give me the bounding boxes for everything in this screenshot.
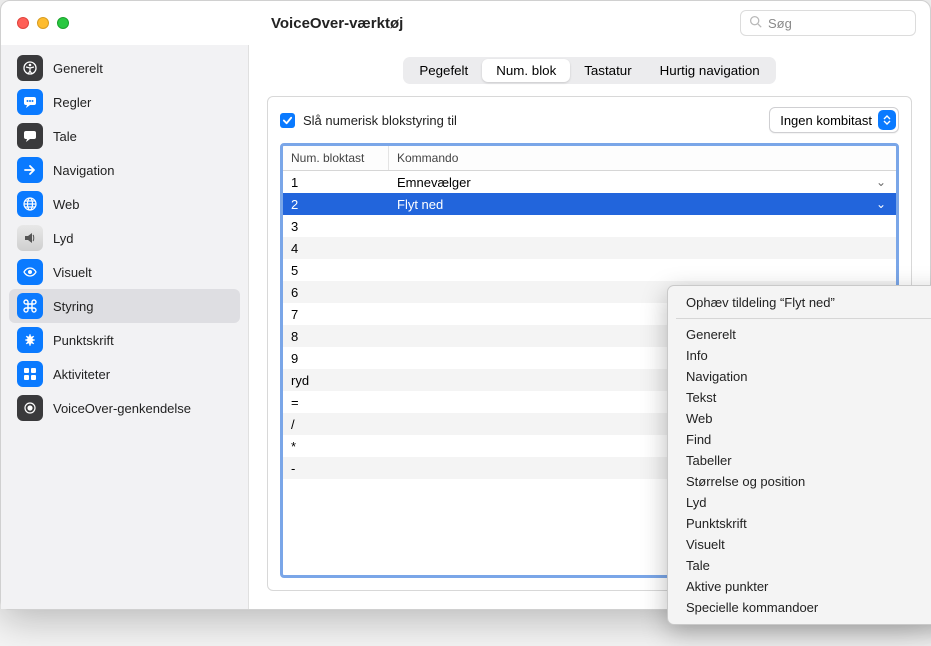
table-row[interactable]: 5	[283, 259, 896, 281]
combo-label: Ingen kombitast	[780, 113, 872, 128]
sidebar-item-genkendelse[interactable]: VoiceOver-genkendelse	[9, 391, 240, 425]
popup-group-punktskrift[interactable]: Punktskrift›	[668, 513, 931, 534]
sidebar-item-label: Generelt	[53, 61, 103, 76]
table-row[interactable]: 1 Emnevælger⌄	[283, 171, 896, 193]
sidebar-item-label: Web	[53, 197, 80, 212]
popup-group-visuelt[interactable]: Visuelt›	[668, 534, 931, 555]
popup-group-tale[interactable]: Tale›	[668, 555, 931, 576]
updown-caret-icon	[878, 110, 896, 130]
sidebar-item-web[interactable]: Web	[9, 187, 240, 221]
popup-group-lyd[interactable]: Lyd›	[668, 492, 931, 513]
content-pane: Pegefelt Num. blok Tastatur Hurtig navig…	[249, 45, 930, 609]
sidebar-item-label: Aktiviteter	[53, 367, 110, 382]
popup-group-specielle[interactable]: Specielle kommandoer›	[668, 597, 931, 618]
tab-numblok[interactable]: Num. blok	[482, 59, 570, 82]
sidebar-item-label: Lyd	[53, 231, 73, 246]
tab-bar: Pegefelt Num. blok Tastatur Hurtig navig…	[403, 57, 775, 84]
sidebar-item-visuelt[interactable]: Visuelt	[9, 255, 240, 289]
sidebar-item-label: VoiceOver-genkendelse	[53, 401, 191, 416]
checkbox-checked-icon	[280, 113, 295, 128]
popup-group-info[interactable]: Info›	[668, 345, 931, 366]
sidebar: Generelt Regler Tale Navigation Web Lyd	[1, 45, 249, 609]
voiceover-window: VoiceOver-værktøj Søg Generelt Regler Ta…	[0, 0, 931, 610]
popup-group-navigation[interactable]: Navigation›	[668, 366, 931, 387]
accessibility-icon	[17, 55, 43, 81]
popup-group-tabeller[interactable]: Tabeller›	[668, 450, 931, 471]
close-window-button[interactable]	[17, 17, 29, 29]
sidebar-item-navigation[interactable]: Navigation	[9, 153, 240, 187]
menu-separator	[676, 318, 931, 319]
sidebar-item-label: Styring	[53, 299, 93, 314]
minimize-window-button[interactable]	[37, 17, 49, 29]
sidebar-item-aktiviteter[interactable]: Aktiviteter	[9, 357, 240, 391]
table-row[interactable]: 3	[283, 215, 896, 237]
sidebar-item-lyd[interactable]: Lyd	[9, 221, 240, 255]
chevron-down-icon: ⌄	[876, 175, 886, 189]
arrow-right-icon	[17, 157, 43, 183]
tab-tastatur[interactable]: Tastatur	[570, 59, 645, 82]
sidebar-item-regler[interactable]: Regler	[9, 85, 240, 119]
tab-hurtig-navigation[interactable]: Hurtig navigation	[646, 59, 774, 82]
eye-icon	[17, 259, 43, 285]
globe-icon	[17, 191, 43, 217]
sidebar-item-label: Tale	[53, 129, 77, 144]
window-controls	[17, 17, 69, 29]
tab-pegefelt[interactable]: Pegefelt	[405, 59, 482, 82]
sidebar-item-label: Regler	[53, 95, 91, 110]
sidebar-item-styring[interactable]: Styring	[9, 289, 240, 323]
sidebar-item-punktskrift[interactable]: Punktskrift	[9, 323, 240, 357]
search-field[interactable]: Søg	[740, 10, 916, 36]
enable-numpad-checkbox[interactable]: Slå numerisk blokstyring til	[280, 113, 457, 128]
sidebar-item-tale[interactable]: Tale	[9, 119, 240, 153]
titlebar: VoiceOver-værktøj Søg	[1, 1, 930, 45]
popup-group-find[interactable]: Find›	[668, 429, 931, 450]
window-title: VoiceOver-værktøj	[271, 15, 403, 32]
table-row-selected[interactable]: 2 Flyt ned⌄	[283, 193, 896, 215]
popup-group-web[interactable]: Web›	[668, 408, 931, 429]
chevron-down-icon: ⌄	[876, 197, 886, 211]
popup-group-generelt[interactable]: Generelt›	[668, 324, 931, 345]
sidebar-item-label: Punktskrift	[53, 333, 114, 348]
search-icon	[749, 15, 762, 31]
popup-group-aktive-punkter[interactable]: Aktive punkter›	[668, 576, 931, 597]
table-header: Num. bloktast Kommando	[283, 146, 896, 171]
zoom-window-button[interactable]	[57, 17, 69, 29]
col-key[interactable]: Num. bloktast	[283, 146, 389, 170]
checkbox-label: Slå numerisk blokstyring til	[303, 113, 457, 128]
popup-group-tekst[interactable]: Tekst›	[668, 387, 931, 408]
sidebar-item-generelt[interactable]: Generelt	[9, 51, 240, 85]
search-placeholder: Søg	[768, 16, 792, 31]
speech-icon	[17, 123, 43, 149]
apps-icon	[17, 361, 43, 387]
speech-bubble-icon	[17, 89, 43, 115]
speaker-icon	[17, 225, 43, 251]
sidebar-item-label: Visuelt	[53, 265, 92, 280]
recognition-icon	[17, 395, 43, 421]
popup-group-storrelse[interactable]: Størrelse og position›	[668, 471, 931, 492]
command-popup-menu: Ophæv tildeling “Flyt ned” Generelt› Inf…	[667, 285, 931, 625]
command-icon	[17, 293, 43, 319]
table-row[interactable]: 4	[283, 237, 896, 259]
col-command[interactable]: Kommando	[389, 146, 896, 170]
modifier-key-select[interactable]: Ingen kombitast	[769, 107, 899, 133]
popup-unassign[interactable]: Ophæv tildeling “Flyt ned”	[668, 292, 931, 313]
sidebar-item-label: Navigation	[53, 163, 114, 178]
braille-icon	[17, 327, 43, 353]
